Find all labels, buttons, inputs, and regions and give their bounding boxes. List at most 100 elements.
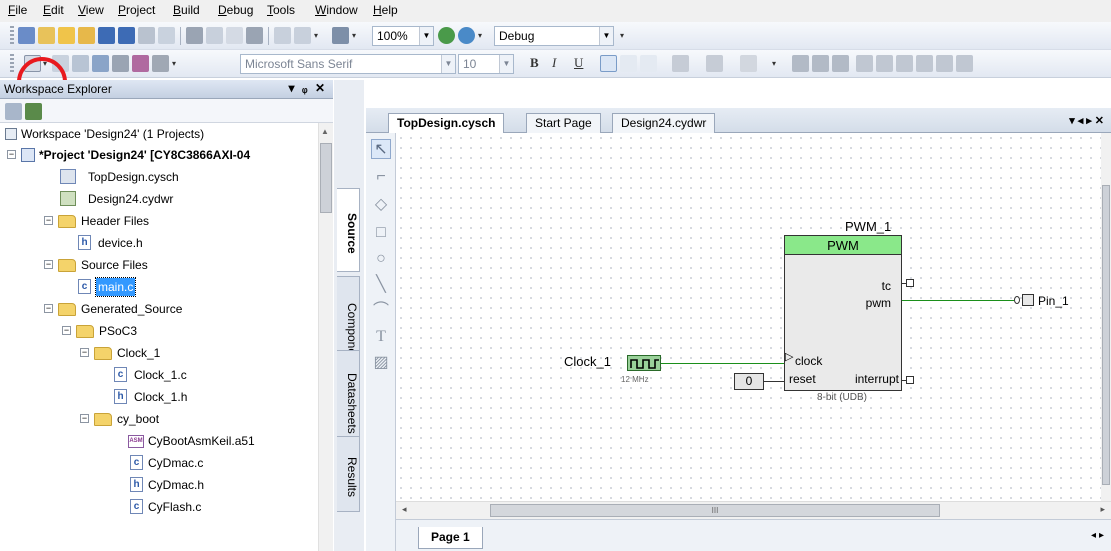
tab-strip-controls[interactable]: ▾◂▸✕ <box>1069 114 1107 127</box>
scrollbar-thumb[interactable] <box>1102 185 1110 485</box>
scroll-up-icon[interactable]: ▲ <box>321 127 329 136</box>
align-center-icon[interactable] <box>620 55 637 72</box>
panel-controls[interactable]: ▾ ᵩ ✕ <box>288 81 327 95</box>
menu-edit[interactable]: Edit <box>43 3 64 17</box>
format-icon[interactable] <box>792 55 809 72</box>
menu-project[interactable]: Project <box>118 3 155 17</box>
zoom-select[interactable]: 100% ▼ <box>372 26 434 46</box>
cut-wire-icon[interactable] <box>72 55 89 72</box>
clock-component-icon[interactable] <box>627 355 661 371</box>
tab-topdesign[interactable]: TopDesign.cysch <box>388 113 505 134</box>
toolbar-grip[interactable] <box>10 26 14 46</box>
align-objects-icon[interactable] <box>856 55 873 72</box>
redo-icon[interactable] <box>294 27 311 44</box>
new-project-icon[interactable] <box>18 27 35 44</box>
chevron-down-icon[interactable]: ▾ <box>620 31 624 40</box>
zoom-out-icon[interactable] <box>458 27 475 44</box>
tab-results[interactable]: Results <box>337 436 360 512</box>
pwm-instance-name[interactable]: PWM_1 <box>845 219 891 234</box>
print-icon[interactable] <box>138 27 155 44</box>
bold-button[interactable]: B <box>530 55 539 71</box>
add-item-icon[interactable] <box>58 27 75 44</box>
collapse-icon[interactable]: − <box>44 216 53 225</box>
collapse-icon[interactable]: − <box>7 150 16 159</box>
tree-vertical-scrollbar[interactable]: ▲ <box>318 123 333 551</box>
tab-source[interactable]: Source <box>337 188 360 272</box>
clock-label[interactable]: Clock_1 <box>564 354 611 369</box>
scrollbar-thumb[interactable]: III <box>490 504 940 517</box>
delete-icon[interactable] <box>246 27 263 44</box>
open-icon[interactable] <box>78 27 95 44</box>
font-size-select[interactable]: 10 ▼ <box>458 54 514 74</box>
diamond-tool-icon[interactable]: ◇ <box>371 195 391 215</box>
font-color-icon[interactable] <box>672 55 689 72</box>
refresh-icon[interactable] <box>25 103 42 120</box>
align-top-icon[interactable] <box>896 55 913 72</box>
line-tool-icon[interactable]: ╲ <box>371 275 391 295</box>
reset-wire[interactable] <box>764 381 784 382</box>
text-tool-icon[interactable]: T <box>371 327 391 347</box>
collapse-icon[interactable]: − <box>80 348 89 357</box>
menu-help[interactable]: Help <box>373 3 398 17</box>
align-left-icon[interactable] <box>600 55 617 72</box>
toolbar-grip[interactable] <box>10 54 14 74</box>
chevron-down-icon[interactable]: ▾ <box>772 59 776 68</box>
canvas-horizontal-scrollbar[interactable]: ◂ III ▸ <box>396 501 1111 519</box>
ungroup-icon[interactable] <box>832 55 849 72</box>
configuration-select[interactable]: Debug ▼ <box>494 26 614 46</box>
pwm-component[interactable]: PWM tc pwm clock reset interrupt ▷ <box>784 235 902 391</box>
save-all-icon[interactable] <box>118 27 135 44</box>
chevron-down-icon[interactable]: ▼ <box>599 27 613 45</box>
menu-file[interactable]: File <box>8 3 27 17</box>
tab-design24-cydwr[interactable]: Design24.cydwr <box>612 113 716 133</box>
scroll-left-icon[interactable]: ◂ <box>402 504 407 515</box>
chevron-down-icon[interactable]: ▼ <box>419 27 433 45</box>
chevron-down-icon[interactable]: ▼ <box>499 55 513 73</box>
menu-tools[interactable]: Tools <box>267 3 295 17</box>
rectangle-tool-icon[interactable]: □ <box>371 223 391 243</box>
build-icon[interactable] <box>332 27 349 44</box>
new-item-icon[interactable] <box>38 27 55 44</box>
undo-icon[interactable] <box>274 27 291 44</box>
collapse-icon[interactable]: − <box>62 326 71 335</box>
bring-forward-icon[interactable] <box>92 55 109 72</box>
tc-terminal[interactable] <box>906 279 914 287</box>
menu-view[interactable]: View <box>78 3 104 17</box>
fill-color-icon[interactable] <box>740 55 757 72</box>
pointer-tool-icon[interactable]: ↖ <box>371 139 391 159</box>
underline-button[interactable]: U <box>574 55 583 71</box>
italic-button[interactable]: I <box>552 55 556 71</box>
align-bottom-icon[interactable] <box>916 55 933 72</box>
distribute-icon[interactable] <box>876 55 893 72</box>
size-icon[interactable] <box>936 55 953 72</box>
menu-window[interactable]: Window <box>315 3 358 17</box>
rotate-icon[interactable] <box>132 55 149 72</box>
menu-debug[interactable]: Debug <box>218 3 253 17</box>
collapse-all-icon[interactable] <box>5 103 22 120</box>
pin-1-label[interactable]: Pin_1 <box>1038 294 1069 308</box>
page-nav-arrows[interactable]: ◂▸ <box>1091 530 1107 541</box>
print-preview-icon[interactable] <box>158 27 175 44</box>
image-tool-icon[interactable]: ▨ <box>371 353 391 373</box>
tab-datasheets[interactable]: Datasheets <box>337 350 360 450</box>
chevron-down-icon[interactable]: ▼ <box>441 55 455 73</box>
copy-icon[interactable] <box>206 27 223 44</box>
tab-start-page[interactable]: Start Page <box>526 113 601 133</box>
font-select[interactable]: Microsoft Sans Serif ▼ <box>240 54 456 74</box>
align-right-icon[interactable] <box>640 55 657 72</box>
collapse-icon[interactable]: − <box>80 414 89 423</box>
canvas-vertical-scrollbar[interactable] <box>1101 133 1111 501</box>
send-backward-icon[interactable] <box>112 55 129 72</box>
pin-icon[interactable] <box>1022 294 1034 306</box>
paste-icon[interactable] <box>226 27 243 44</box>
chevron-down-icon[interactable]: ▾ <box>314 31 318 40</box>
cut-icon[interactable] <box>186 27 203 44</box>
collapse-icon[interactable]: − <box>44 260 53 269</box>
ellipse-tool-icon[interactable]: ○ <box>371 249 391 269</box>
clock-wire[interactable] <box>661 363 784 364</box>
chevron-down-icon[interactable]: ▾ <box>172 59 176 68</box>
interrupt-terminal[interactable] <box>906 376 914 384</box>
group-icon[interactable] <box>812 55 829 72</box>
zoom-in-icon[interactable] <box>438 27 455 44</box>
tab-page-1[interactable]: Page 1 <box>418 527 483 549</box>
